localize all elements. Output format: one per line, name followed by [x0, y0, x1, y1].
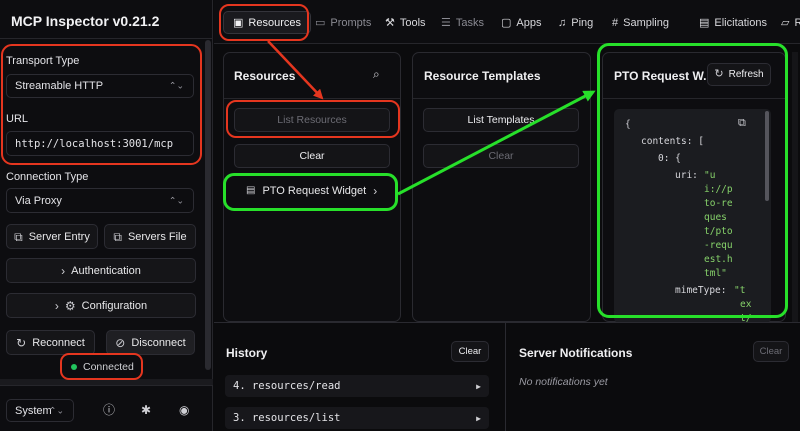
green-arrow [397, 90, 596, 196]
history-clear-button[interactable]: Clear [451, 341, 489, 362]
notifications-clear-button[interactable]: Clear [753, 341, 789, 362]
history-item[interactable]: 3. resources/list ▶ [225, 407, 489, 429]
history-title: History [226, 346, 268, 360]
history-item-label: 3. resources/list [233, 412, 341, 424]
notifications-clear-label: Clear [759, 346, 783, 357]
play-icon: ▶ [476, 413, 481, 423]
history-panel: History Clear 4. resources/read ▶ 3. res… [214, 323, 504, 431]
server-notifications-panel: Server Notifications Clear No notificati… [506, 323, 800, 431]
history-item[interactable]: 4. resources/read ▶ [225, 375, 489, 397]
history-item-label: 4. resources/read [233, 380, 341, 392]
play-icon: ▶ [476, 381, 481, 391]
notifications-empty-text: No notifications yet [519, 376, 608, 388]
notifications-title: Server Notifications [519, 346, 633, 360]
red-arrow [267, 40, 324, 100]
history-clear-label: Clear [458, 346, 482, 357]
